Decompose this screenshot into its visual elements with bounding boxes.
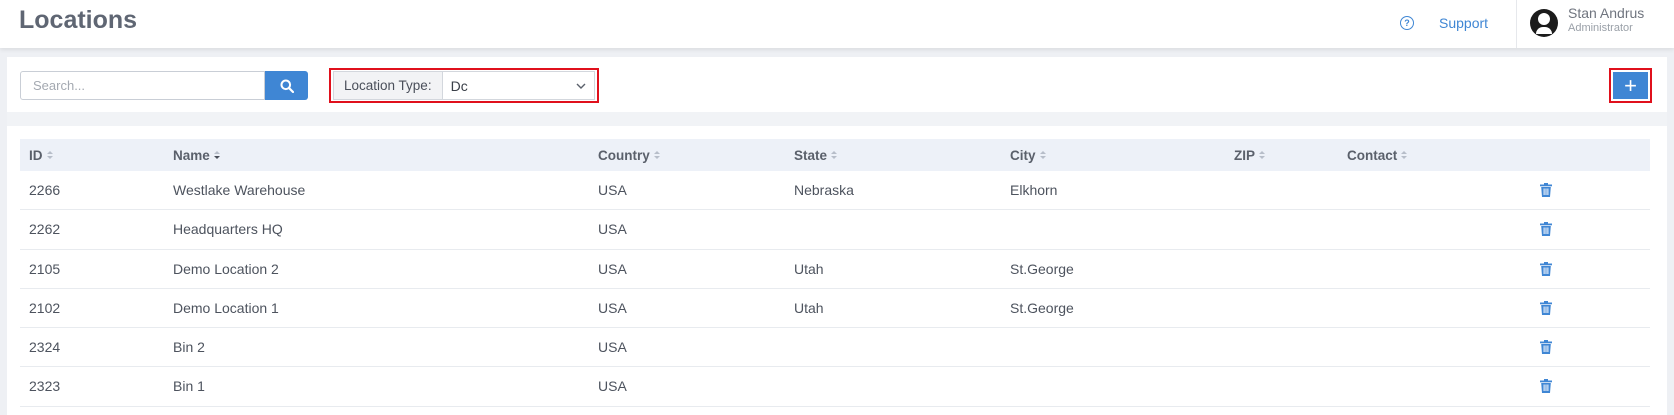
- chevron-down-icon: [576, 83, 586, 89]
- user-name: Stan Andrus: [1568, 5, 1645, 21]
- cell-country: USA: [598, 221, 627, 238]
- column-header-contact[interactable]: Contact: [1347, 139, 1408, 171]
- cell-country: USA: [598, 339, 627, 356]
- location-type-value: Dc: [450, 77, 468, 94]
- cell-state: Nebraska: [794, 182, 854, 198]
- search-icon: [280, 79, 294, 93]
- column-header-zip[interactable]: ZIP: [1234, 139, 1266, 171]
- divider: [7, 112, 1667, 126]
- column-header-state[interactable]: State: [794, 139, 838, 171]
- location-type-filter: Location Type: Dc: [329, 68, 599, 103]
- table-row[interactable]: 2105 Demo Location 2 USA Utah St.George: [20, 250, 1650, 289]
- search-button[interactable]: [265, 71, 308, 100]
- cell-city: St.George: [1010, 299, 1074, 316]
- cell-id: 2266: [29, 182, 61, 198]
- cell-id: 2323: [29, 378, 61, 395]
- avatar: [1530, 9, 1558, 37]
- column-header-name[interactable]: Name: [173, 139, 220, 171]
- cell-id: 2105: [29, 260, 61, 277]
- cell-name: Bin 1: [173, 378, 205, 395]
- table-body: 2266 Westlake Warehouse USA Nebraska Elkhorn…: [20, 171, 1650, 407]
- column-header-country[interactable]: Country: [598, 139, 660, 171]
- table-row[interactable]: 2266 Westlake Warehouse USA Nebraska Elkhorn: [20, 171, 1650, 211]
- cell-name: Demo Location 2: [173, 260, 279, 277]
- help-icon: ?: [1400, 16, 1414, 30]
- cell-name: Demo Location 1: [173, 299, 279, 316]
- cell-name: Bin 2: [173, 339, 205, 356]
- trash-icon[interactable]: [1540, 340, 1552, 355]
- user-role: Administrator: [1568, 22, 1633, 34]
- trash-icon[interactable]: [1540, 261, 1552, 276]
- cell-country: USA: [598, 299, 627, 316]
- cell-country: USA: [598, 260, 627, 277]
- cell-state: Utah: [794, 260, 824, 277]
- user-menu[interactable]: Stan Andrus Administrator: [1530, 5, 1644, 37]
- plus-icon: +: [1613, 72, 1648, 99]
- cell-city: Elkhorn: [1010, 182, 1058, 198]
- search-input[interactable]: [20, 71, 265, 100]
- sort-icon: [653, 151, 660, 159]
- cell-name: Westlake Warehouse: [173, 182, 306, 198]
- support-label: Support: [1439, 15, 1489, 31]
- sort-icon: [1401, 151, 1408, 159]
- cell-name: Headquarters HQ: [173, 221, 283, 238]
- cell-id: 2324: [29, 339, 61, 356]
- sort-icon: [831, 151, 838, 159]
- trash-icon[interactable]: [1540, 379, 1552, 394]
- sort-icon: [213, 151, 220, 159]
- cell-state: Utah: [794, 299, 824, 316]
- table-row[interactable]: 2323 Bin 1 USA: [20, 367, 1650, 407]
- location-type-select[interactable]: Dc: [441, 71, 595, 100]
- column-header-city[interactable]: City: [1010, 139, 1046, 171]
- cell-city: St.George: [1010, 260, 1074, 277]
- table-row[interactable]: 2102 Demo Location 1 USA Utah St.George: [20, 289, 1650, 329]
- page-title: Locations: [19, 6, 138, 34]
- column-header-id[interactable]: ID: [29, 139, 53, 171]
- divider: [1516, 0, 1517, 48]
- table-row[interactable]: 2324 Bin 2 USA: [20, 328, 1650, 368]
- location-type-label: Location Type:: [333, 71, 442, 100]
- top-bar: Locations ? Support Stan Andrus Administ…: [0, 0, 1674, 48]
- sort-icon: [46, 151, 53, 159]
- add-location-button[interactable]: +: [1609, 68, 1652, 103]
- cell-country: USA: [598, 182, 627, 198]
- sort-icon: [1259, 151, 1266, 159]
- trash-icon[interactable]: [1540, 300, 1552, 315]
- cell-id: 2102: [29, 299, 61, 316]
- cell-id: 2262: [29, 221, 61, 238]
- trash-icon[interactable]: [1540, 183, 1552, 197]
- table-row[interactable]: 2262 Headquarters HQ USA: [20, 210, 1650, 250]
- locations-table: ID Name Country State City ZIP Contact 2…: [20, 139, 1650, 407]
- sort-icon: [1039, 151, 1046, 159]
- trash-icon[interactable]: [1540, 222, 1552, 237]
- cell-country: USA: [598, 378, 627, 395]
- table-header: ID Name Country State City ZIP Contact: [20, 139, 1650, 171]
- support-link[interactable]: ? Support: [1400, 13, 1488, 33]
